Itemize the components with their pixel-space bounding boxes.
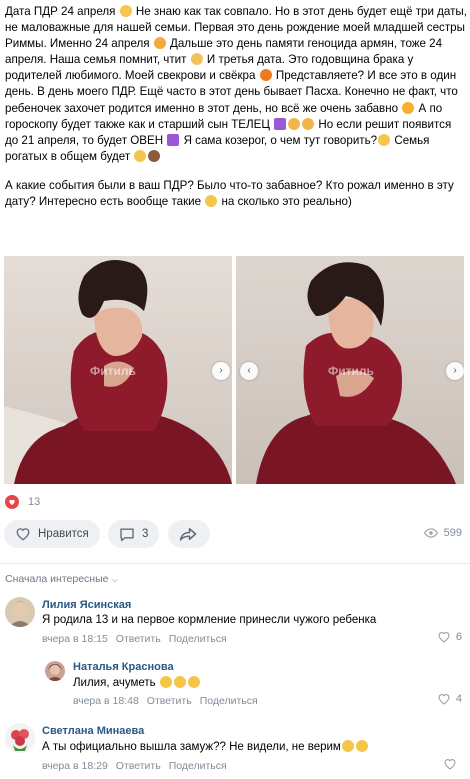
comment-like-button[interactable]: 6 (437, 631, 462, 643)
watermark: Фитиль (90, 364, 136, 378)
comment-time[interactable]: вчера в 18:15 (42, 633, 108, 645)
avatar[interactable] (5, 723, 35, 753)
share-comment-button[interactable]: Поделиться (200, 695, 258, 707)
reply-button[interactable]: Ответить (116, 760, 161, 772)
rofl-emoji (341, 740, 354, 752)
share-button[interactable] (168, 520, 210, 548)
comment-like-button[interactable]: 4 (437, 693, 462, 705)
likes-summary[interactable]: 13 (5, 493, 40, 511)
laughing-emoji (134, 149, 147, 162)
rofl-emoji (355, 740, 368, 752)
comment-likes-count: 6 (455, 631, 462, 643)
share-comment-button[interactable]: Поделиться (169, 760, 227, 772)
photo-gallery[interactable]: Фитиль › Фитиль ‹ › (4, 256, 464, 484)
orange-heart-emoji (259, 69, 272, 82)
heart-outline-icon (438, 632, 450, 643)
taurus-sign-emoji (274, 117, 287, 130)
comment-meta: вчера в 18:15 Ответить Поделиться (42, 633, 235, 645)
comments-count: 3 (142, 528, 149, 540)
hands-emoji (288, 117, 301, 130)
baby-face-emoji (119, 5, 132, 17)
thumbs-up-emoji (148, 149, 161, 162)
praying-hands-emoji (190, 53, 203, 66)
post-text-segment: Я сама козерог, о чем тут говорить? (180, 133, 378, 147)
watermark: Фитиль (328, 364, 374, 378)
comments-sort-dropdown[interactable]: Сначала интересные ⌵ (5, 573, 118, 585)
like-button-label: Нравится (38, 528, 89, 540)
smirk-emoji (205, 195, 218, 208)
comment-reply-item: Наталья Краснова Лилия, ачуметь вчера в … (45, 659, 462, 709)
post-text: Дата ПДР 24 апреля Не знаю как так совпа… (5, 4, 467, 223)
comment-likes-count: 4 (455, 693, 462, 705)
post-photo-1[interactable]: Фитиль › (4, 256, 232, 484)
views-count: 599 (443, 527, 462, 539)
comment-author[interactable]: Наталья Краснова (73, 661, 174, 673)
comment-time[interactable]: вчера в 18:48 (73, 695, 139, 707)
reply-button[interactable]: Ответить (147, 695, 192, 707)
next-photo-arrow-icon[interactable]: › (212, 362, 230, 380)
screaming-face-emoji (173, 676, 186, 688)
ok-hand-emoji (302, 117, 315, 130)
comment-text: Лилия, ачуметь (73, 676, 201, 689)
smiling-hearts-emoji (153, 37, 166, 50)
comment-icon (119, 527, 135, 542)
comments-sort-label: Сначала интересные (5, 573, 109, 585)
screaming-face-emoji (159, 676, 172, 688)
heart-outline-icon (444, 759, 456, 770)
views-counter: 599 (423, 527, 462, 539)
post-actions: Нравится 3 599 (0, 518, 470, 550)
post-text-segment: на сколько это реально) (218, 195, 352, 209)
heart-outline-icon (438, 694, 450, 705)
reply-button[interactable]: Ответить (116, 633, 161, 645)
post-paragraph: Дата ПДР 24 апреля Не знаю как так совпа… (5, 4, 467, 165)
divider (0, 563, 470, 564)
comment-meta: вчера в 18:48 Ответить Поделиться (73, 695, 266, 707)
avatar[interactable] (45, 661, 65, 681)
comment-time[interactable]: вчера в 18:29 (42, 760, 108, 772)
comment-text-body: Лилия, ачуметь (73, 677, 156, 689)
likes-count: 13 (28, 496, 41, 508)
post-paragraph: А какие события были в ваш ПДР? Было что… (5, 178, 467, 210)
comment-text: А ты официально вышла замуж?? Не видели,… (42, 740, 369, 753)
like-button[interactable]: Нравится (4, 520, 100, 548)
avatar[interactable] (5, 597, 35, 627)
comment-meta: вчера в 18:29 Ответить Поделиться (42, 760, 235, 772)
heart-icon (5, 495, 19, 509)
post-photo-2[interactable]: Фитиль ‹ › (236, 256, 464, 484)
comment-author[interactable]: Светлана Минаева (42, 725, 144, 737)
share-comment-button[interactable]: Поделиться (169, 633, 227, 645)
aries-sign-emoji (167, 133, 180, 146)
post-text-segment: Дата ПДР 24 апреля (5, 5, 119, 18)
heart-outline-icon (15, 527, 31, 541)
comment-like-button[interactable] (443, 758, 462, 770)
comment-author[interactable]: Лилия Ясинская (42, 599, 131, 611)
chevron-down-icon: ⌵ (111, 575, 118, 584)
screaming-face-emoji (187, 676, 200, 688)
next-photo-arrow-icon[interactable]: › (446, 362, 464, 380)
comment-item: Светлана Минаева А ты официально вышла з… (5, 723, 462, 775)
eye-icon (423, 528, 438, 538)
comment-item: Лилия Ясинская Я родила 13 и на первое к… (5, 597, 462, 647)
comment-text-body: А ты официально вышла замуж?? Не видели,… (42, 741, 341, 753)
comment-text: Я родила 13 и на первое кормление принес… (42, 614, 377, 626)
grimacing-emoji (378, 133, 391, 146)
share-arrow-icon (179, 527, 197, 541)
prev-photo-arrow-icon[interactable]: ‹ (240, 362, 258, 380)
sweat-smile-emoji (402, 101, 415, 114)
comments-button[interactable]: 3 (108, 520, 160, 548)
